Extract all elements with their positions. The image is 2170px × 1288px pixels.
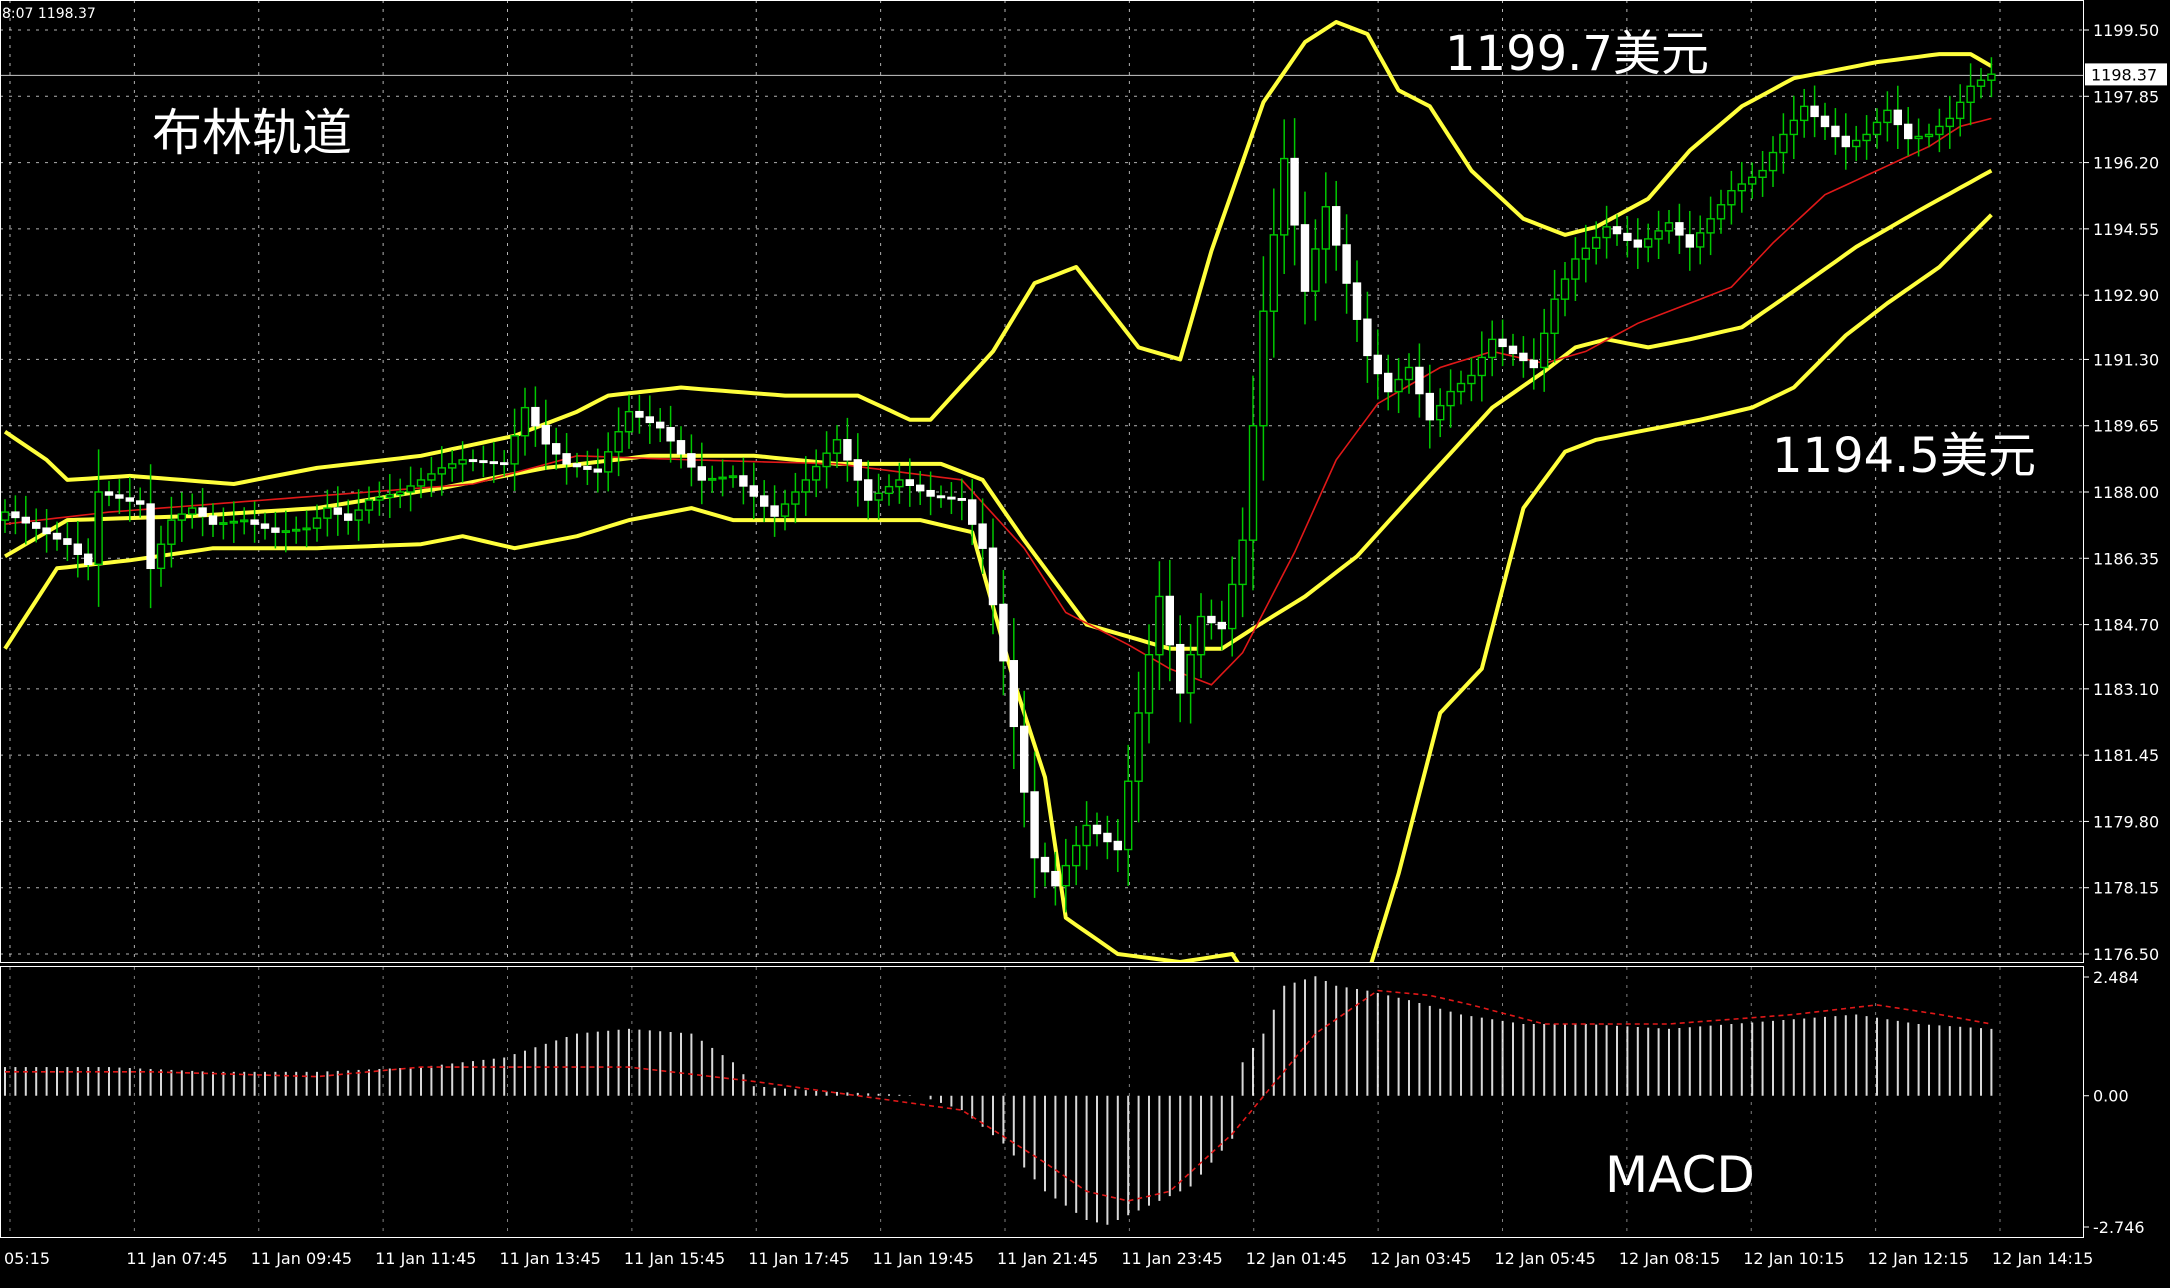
price-tick-label: 1196.20 (2093, 154, 2159, 173)
time-tick-label: 12 Jan 10:15 (1743, 1249, 1844, 1268)
macd-tick-label: 0.00 (2093, 1087, 2129, 1106)
macd-tick-label: 2.484 (2093, 968, 2139, 987)
price-tick-label: 1192.90 (2093, 286, 2159, 305)
price-tick-label: 1191.30 (2093, 350, 2159, 369)
price-tick-label: 1197.85 (2093, 87, 2159, 106)
time-tick-label: 12 Jan 01:45 (1246, 1249, 1347, 1268)
time-tick-label: 11 Jan 07:45 (126, 1249, 227, 1268)
price-tick-label: 1186.35 (2093, 549, 2159, 568)
lower-price-annotation: 1194.5美元 (1772, 428, 2036, 484)
time-tick-label: 11 Jan 19:45 (873, 1249, 974, 1268)
price-tick-label: 1176.50 (2093, 945, 2159, 964)
macd-annotation: MACD (1605, 1146, 1755, 1204)
price-tick-label: 1183.10 (2093, 680, 2159, 699)
price-chart: 1199.50 1197.85 1196.20 1194.55 1192.90 1191.… (0, 0, 2170, 1288)
price-tick-label: 1184.70 (2093, 616, 2159, 635)
time-tick-label: 11 Jan 15:45 (624, 1249, 725, 1268)
time-tick-label: 11 Jan 23:45 (1121, 1249, 1222, 1268)
time-tick-label: 11 Jan 11:45 (375, 1249, 476, 1268)
time-tick-label: 12 Jan 03:45 (1370, 1249, 1471, 1268)
time-tick-label: 11 Jan 13:45 (500, 1249, 601, 1268)
header-info: 8:07 1198.37 (2, 6, 96, 22)
time-tick-label: 12 Jan 12:15 (1868, 1249, 1969, 1268)
price-tick-label: 1194.55 (2093, 220, 2159, 239)
time-tick-label: 12 Jan 08:15 (1619, 1249, 1720, 1268)
price-tick-label: 1189.65 (2093, 417, 2159, 436)
time-tick-label: 11 Jan 21:45 (997, 1249, 1098, 1268)
price-tick-label: 1181.45 (2093, 746, 2159, 765)
time-tick-label: 05:15 (4, 1249, 50, 1268)
chart-title-annotation: 布林轨道 (152, 104, 352, 162)
time-tick-label: 11 Jan 09:45 (251, 1249, 352, 1268)
time-tick-label: 12 Jan 05:45 (1495, 1249, 1596, 1268)
macd-tick-label: -2.746 (2093, 1218, 2145, 1237)
price-tick-label: 1199.50 (2093, 21, 2159, 40)
time-tick-label: 11 Jan 17:45 (748, 1249, 849, 1268)
upper-price-annotation: 1199.7美元 (1445, 26, 1709, 82)
time-tick-label: 12 Jan 14:15 (1992, 1249, 2093, 1268)
price-tick-label: 1179.80 (2093, 812, 2159, 831)
current-price-label: 1198.37 (2091, 65, 2157, 84)
price-tick-label: 1188.00 (2093, 483, 2159, 502)
price-tick-label: 1178.15 (2093, 879, 2159, 898)
